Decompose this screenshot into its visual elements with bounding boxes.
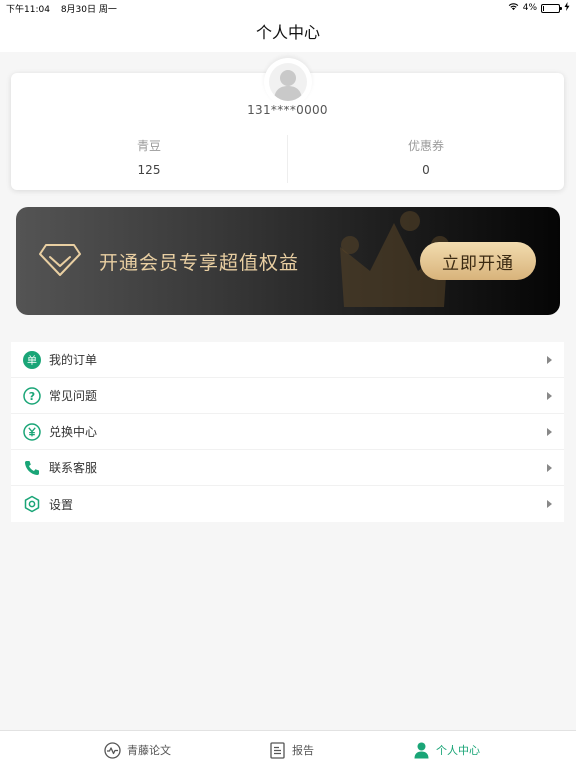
menu-item-support[interactable]: 联系客服 — [11, 450, 564, 486]
settings-icon — [23, 495, 41, 513]
battery-icon — [541, 3, 562, 13]
nav-bar: 个人中心 — [0, 16, 576, 52]
chevron-right-icon — [547, 500, 552, 508]
menu-list: 单 我的订单 ? 常见问题 兑换中心 联系客服 设置 — [11, 342, 564, 522]
tab-label: 报告 — [292, 744, 314, 757]
activate-vip-button[interactable]: 立即开通 — [420, 242, 536, 280]
menu-label: 联系客服 — [49, 461, 98, 475]
tab-label: 青藤论文 — [127, 744, 171, 757]
menu-label: 我的订单 — [49, 353, 98, 367]
vip-banner[interactable]: 开通会员专享超值权益 立即开通 — [16, 207, 560, 315]
menu-item-settings[interactable]: 设置 — [11, 486, 564, 522]
report-icon — [268, 741, 286, 759]
stat-value: 125 — [137, 163, 161, 177]
chevron-right-icon — [547, 392, 552, 400]
battery-percent: 4% — [522, 3, 537, 13]
chevron-right-icon — [547, 356, 552, 364]
vip-promo-text: 开通会员专享超值权益 — [99, 252, 300, 274]
chevron-right-icon — [547, 428, 552, 436]
status-bar: 下午11:04 8月30日 周一 4% — [0, 0, 576, 16]
stat-value: 0 — [422, 163, 430, 177]
charging-icon — [564, 2, 570, 14]
status-left: 下午11:04 8月30日 周一 — [6, 2, 125, 15]
stat-coupons[interactable]: 优惠券 0 — [288, 137, 564, 177]
menu-label: 兑换中心 — [49, 425, 98, 439]
stat-label: 青豆 — [136, 139, 161, 153]
stat-label: 优惠券 — [407, 139, 444, 153]
status-date: 8月30日 周一 — [60, 5, 117, 15]
status-time: 下午11:04 — [6, 5, 50, 15]
svg-text:单: 单 — [27, 355, 37, 367]
yuan-icon — [23, 423, 41, 441]
chevron-right-icon — [547, 464, 552, 472]
tab-report[interactable]: 报告 — [268, 731, 314, 768]
avatar[interactable] — [264, 58, 312, 106]
phone-icon — [23, 459, 41, 477]
menu-label: 设置 — [49, 497, 74, 512]
person-icon — [412, 741, 430, 759]
menu-item-orders[interactable]: 单 我的订单 — [11, 342, 564, 378]
tab-papers[interactable]: 青藤论文 — [103, 731, 171, 768]
pulse-icon — [103, 741, 121, 759]
svg-text:?: ? — [29, 390, 35, 403]
menu-item-faq[interactable]: ? 常见问题 — [11, 378, 564, 414]
question-icon: ? — [23, 387, 41, 405]
diamond-icon — [38, 242, 82, 282]
stat-qingdou[interactable]: 青豆 125 — [11, 137, 287, 177]
page-title: 个人中心 — [255, 23, 320, 42]
avatar-placeholder-icon — [269, 63, 307, 101]
wifi-icon — [508, 2, 519, 14]
tab-profile[interactable]: 个人中心 — [412, 731, 480, 768]
menu-label: 常见问题 — [49, 389, 98, 403]
order-icon: 单 — [23, 351, 41, 369]
status-right: 4% — [508, 2, 570, 14]
tab-bar: 青藤论文 报告 个人中心 — [0, 730, 576, 768]
tab-label: 个人中心 — [436, 744, 480, 757]
menu-item-redeem[interactable]: 兑换中心 — [11, 414, 564, 450]
